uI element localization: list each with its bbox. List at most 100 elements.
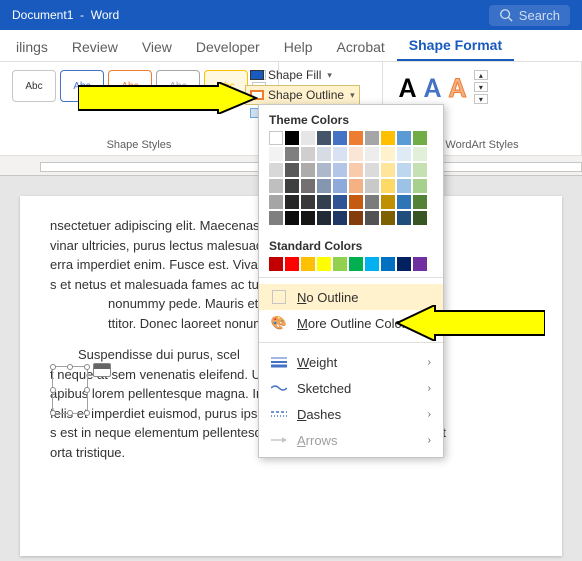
tab-developer[interactable]: Developer	[184, 33, 272, 61]
color-swatch[interactable]	[365, 163, 379, 177]
color-swatch[interactable]	[413, 195, 427, 209]
color-swatch[interactable]	[349, 257, 363, 271]
color-swatch[interactable]	[365, 211, 379, 225]
resize-handle[interactable]	[84, 387, 90, 393]
color-swatch[interactable]	[381, 211, 395, 225]
color-swatch[interactable]	[397, 211, 411, 225]
resize-handle[interactable]	[50, 410, 56, 416]
color-swatch[interactable]	[413, 179, 427, 193]
resize-handle[interactable]	[84, 364, 90, 370]
color-swatch[interactable]	[285, 179, 299, 193]
color-swatch[interactable]	[333, 257, 347, 271]
color-swatch[interactable]	[381, 163, 395, 177]
layout-options-icon[interactable]	[93, 363, 111, 377]
color-swatch[interactable]	[413, 211, 427, 225]
dashes-item[interactable]: Dashes ›	[259, 401, 443, 427]
color-swatch[interactable]	[301, 195, 315, 209]
color-swatch[interactable]	[333, 179, 347, 193]
tab-acrobat[interactable]: Acrobat	[325, 33, 397, 61]
color-swatch[interactable]	[269, 195, 283, 209]
color-swatch[interactable]	[381, 131, 395, 145]
wordart-preview-2[interactable]: A	[424, 70, 441, 105]
shape-style-preview-1[interactable]: Abc	[12, 70, 56, 102]
selected-shape[interactable]	[52, 366, 88, 414]
color-swatch[interactable]	[285, 195, 299, 209]
color-swatch[interactable]	[285, 211, 299, 225]
wordart-gallery-more[interactable]: ▴▾▾	[474, 70, 488, 104]
color-swatch[interactable]	[317, 131, 331, 145]
color-swatch[interactable]	[413, 163, 427, 177]
color-swatch[interactable]	[349, 211, 363, 225]
color-swatch[interactable]	[317, 147, 331, 161]
color-swatch[interactable]	[349, 163, 363, 177]
tab-shape-format[interactable]: Shape Format	[397, 31, 514, 61]
resize-handle[interactable]	[50, 364, 56, 370]
color-swatch[interactable]	[365, 131, 379, 145]
color-swatch[interactable]	[365, 179, 379, 193]
group-label-shape-styles: Shape Styles	[8, 139, 270, 153]
color-swatch[interactable]	[269, 131, 283, 145]
color-swatch[interactable]	[285, 257, 299, 271]
color-swatch[interactable]	[349, 179, 363, 193]
tab-view[interactable]: View	[130, 33, 184, 61]
wordart-preview-3[interactable]: A	[449, 70, 466, 105]
resize-handle[interactable]	[84, 410, 90, 416]
color-swatch[interactable]	[365, 195, 379, 209]
color-swatch[interactable]	[349, 131, 363, 145]
color-swatch[interactable]	[397, 163, 411, 177]
color-swatch[interactable]	[397, 257, 411, 271]
shape-fill-button[interactable]: Shape Fill ▾	[246, 66, 359, 84]
shape-outline-button[interactable]: Shape Outline ▾	[246, 86, 359, 104]
color-swatch[interactable]	[397, 179, 411, 193]
color-swatch[interactable]	[413, 257, 427, 271]
weight-item[interactable]: Weight ›	[259, 349, 443, 375]
arrows-item[interactable]: Arrows ›	[259, 427, 443, 453]
color-swatch[interactable]	[397, 195, 411, 209]
color-swatch[interactable]	[413, 131, 427, 145]
color-swatch[interactable]	[333, 131, 347, 145]
wordart-preview-1[interactable]: A	[399, 70, 416, 105]
color-swatch[interactable]	[365, 147, 379, 161]
color-swatch[interactable]	[381, 179, 395, 193]
color-swatch[interactable]	[269, 211, 283, 225]
color-swatch[interactable]	[381, 195, 395, 209]
color-swatch[interactable]	[333, 147, 347, 161]
color-swatch[interactable]	[317, 163, 331, 177]
color-swatch[interactable]	[285, 147, 299, 161]
color-swatch[interactable]	[317, 179, 331, 193]
color-swatch[interactable]	[301, 211, 315, 225]
color-swatch[interactable]	[269, 179, 283, 193]
color-swatch[interactable]	[285, 131, 299, 145]
color-swatch[interactable]	[349, 195, 363, 209]
color-swatch[interactable]	[381, 257, 395, 271]
color-swatch[interactable]	[301, 163, 315, 177]
color-swatch[interactable]	[269, 163, 283, 177]
color-swatch[interactable]	[333, 195, 347, 209]
color-swatch[interactable]	[397, 131, 411, 145]
color-swatch[interactable]	[397, 147, 411, 161]
tab-help[interactable]: Help	[272, 33, 325, 61]
resize-handle[interactable]	[67, 410, 73, 416]
tab-mailings[interactable]: ilings	[4, 33, 60, 61]
color-swatch[interactable]	[269, 257, 283, 271]
resize-handle[interactable]	[50, 387, 56, 393]
color-swatch[interactable]	[381, 147, 395, 161]
color-swatch[interactable]	[301, 179, 315, 193]
color-swatch[interactable]	[349, 147, 363, 161]
sketched-item[interactable]: Sketched ›	[259, 375, 443, 401]
color-swatch[interactable]	[317, 257, 331, 271]
color-swatch[interactable]	[269, 147, 283, 161]
color-swatch[interactable]	[301, 257, 315, 271]
color-swatch[interactable]	[333, 163, 347, 177]
tab-review[interactable]: Review	[60, 33, 130, 61]
color-swatch[interactable]	[285, 163, 299, 177]
color-swatch[interactable]	[333, 211, 347, 225]
color-swatch[interactable]	[413, 147, 427, 161]
color-swatch[interactable]	[365, 257, 379, 271]
color-swatch[interactable]	[317, 211, 331, 225]
resize-handle[interactable]	[67, 364, 73, 370]
search-box[interactable]: Search	[489, 5, 570, 26]
color-swatch[interactable]	[301, 131, 315, 145]
color-swatch[interactable]	[301, 147, 315, 161]
color-swatch[interactable]	[317, 195, 331, 209]
